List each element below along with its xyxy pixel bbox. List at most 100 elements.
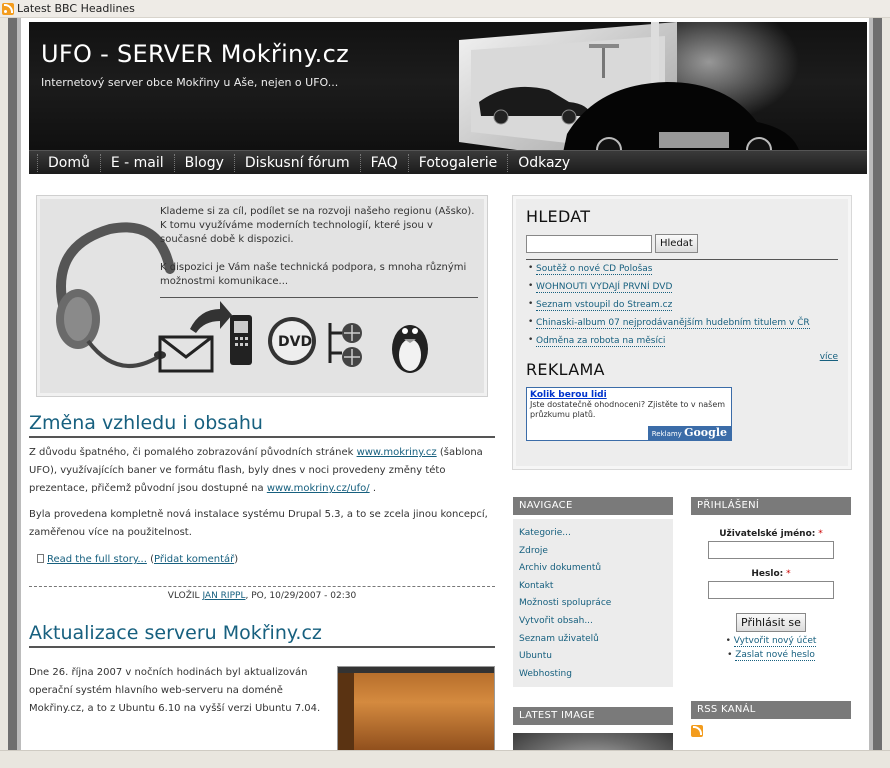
search-heading: HLEDAT	[526, 207, 591, 226]
news-link[interactable]: Seznam vstoupil do Stream.cz	[536, 300, 673, 311]
required-marker: *	[818, 529, 823, 539]
nav-item-home[interactable]: Domů	[37, 153, 100, 172]
post-links: Read the full story... (Přidat komentář)	[37, 554, 238, 565]
google-ad[interactable]: Kolik berou lidi Jste dostatečně ohodnoc…	[526, 387, 732, 441]
feed-toolbar[interactable]: Latest BBC Headlines	[0, 0, 890, 18]
page-frame: UFO - SERVER Mokřiny.cz Internetový serv…	[8, 18, 882, 750]
news-link[interactable]: Soutěž o nové CD Pološas	[536, 264, 653, 275]
read-more-link[interactable]: Read the full story...	[47, 554, 147, 565]
post-body-1b: Byla provedena kompletně nová instalace …	[29, 509, 488, 538]
search-block: HLEDAT Hledat Soutěž o nové CD Pološas W…	[512, 195, 852, 470]
news-link[interactable]: WOHNOUTI VYDAJÍ PRVNÍ DVD	[536, 282, 673, 293]
more-news-link[interactable]: více	[820, 352, 838, 362]
latest-image[interactable]	[513, 733, 673, 750]
network-globe-icon	[328, 323, 362, 367]
nav-item-email[interactable]: E - mail	[99, 153, 174, 172]
post-title-2[interactable]: Aktualizace serveru Mokřiny.cz	[29, 622, 495, 648]
linux-penguin-icon	[392, 325, 428, 373]
promo-divider	[160, 297, 478, 298]
ad-title[interactable]: Kolik berou lidi	[530, 390, 728, 400]
nav-item-faq[interactable]: FAQ	[359, 153, 408, 172]
search-form: Hledat	[526, 234, 838, 253]
post-meta: VLOŽIL JAN RIPPL, PO, 10/29/2007 - 02:30	[29, 586, 495, 601]
search-input[interactable]	[526, 234, 652, 253]
navigation-block: NAVIGACE Kategorie... Zdroje Archiv doku…	[513, 497, 673, 688]
news-list: Soutěž o nové CD Pološas WOHNOUTI VYDAJÍ…	[526, 259, 838, 350]
ubuntu-screenshot-image[interactable]	[337, 666, 495, 750]
news-link[interactable]: Odměna za robota na měsíci	[536, 336, 666, 347]
login-button[interactable]: Přihlásit se	[736, 613, 806, 632]
reset-password-link[interactable]: Zaslat nové heslo	[735, 650, 815, 661]
nav-link-webhosting[interactable]: Webhosting	[519, 666, 673, 684]
post-body-2: Dne 26. října 2007 v nočních hodinách by…	[29, 667, 321, 714]
rss-feed-icon[interactable]	[691, 725, 703, 737]
site-slogan: Internetový server obce Mokřiny u Aše, n…	[41, 76, 339, 89]
nav-link-ubuntu[interactable]: Ubuntu	[519, 648, 673, 666]
mobile-phone-icon	[230, 315, 252, 365]
promo-text: Klademe si za cíl, podílet se na rozvoji…	[160, 205, 478, 303]
login-links: Vytvořit nový účet Zaslat nové heslo	[691, 634, 851, 662]
nav-link-contact[interactable]: Kontakt	[519, 578, 673, 596]
nav-link-users[interactable]: Seznam uživatelů	[519, 631, 673, 649]
search-button[interactable]: Hledat	[655, 234, 698, 253]
login-link-item: Zaslat nové heslo	[691, 648, 851, 662]
nav-item-links[interactable]: Odkazy	[507, 153, 580, 172]
password-label: Heslo: *	[691, 569, 851, 579]
username-label-text: Uživatelské jméno:	[719, 529, 816, 539]
promo-banner: DVD Klademe si za cíl, podílet se na roz…	[36, 195, 488, 397]
link-mokriny[interactable]: www.mokriny.cz	[357, 447, 437, 458]
ads-heading: REKLAMA	[526, 360, 605, 379]
news-link[interactable]: Chinaski-album 07 nejprodávanějším hudeb…	[536, 318, 810, 329]
promo-text-2: K dispozici je Vám naše technická podpor…	[160, 262, 467, 287]
post-title-1[interactable]: Změna vzhledu i obsahu	[29, 412, 495, 438]
news-item: Odměna za robota na měsíci	[526, 332, 838, 350]
primary-nav: Domů E - mail Blogy Diskusní fórum FAQ F…	[29, 150, 867, 174]
required-marker: *	[786, 569, 791, 579]
nav-item-blogs[interactable]: Blogy	[173, 153, 234, 172]
news-item: Soutěž o nové CD Pološas	[526, 260, 838, 278]
nav-link-categories[interactable]: Kategorie...	[519, 525, 673, 543]
meta-prefix: VLOŽIL	[167, 591, 203, 601]
site-title[interactable]: UFO - SERVER Mokřiny.cz	[41, 40, 349, 68]
password-field[interactable]	[708, 581, 834, 599]
feed-label[interactable]: Latest BBC Headlines	[17, 2, 135, 15]
ad-footer-label: Reklamy	[651, 430, 685, 438]
nav-link-archive[interactable]: Archiv dokumentů	[519, 560, 673, 578]
create-account-link[interactable]: Vytvořit nový účet	[733, 636, 817, 647]
ad-footer[interactable]: Reklamy Google	[647, 426, 731, 440]
rss-heading: RSS KANÁL	[691, 701, 851, 719]
news-item: Chinaski-album 07 nejprodávanějším hudeb…	[526, 314, 838, 332]
ad-text: Jste dostatečně ohodnoceni? Zjistěte to …	[530, 400, 726, 419]
nav-item-forum[interactable]: Diskusní fórum	[233, 153, 360, 172]
news-item: WOHNOUTI VYDAJÍ PRVNÍ DVD	[526, 278, 838, 296]
login-link-item: Vytvořit nový účet	[691, 634, 851, 648]
rss-feed-icon	[2, 2, 14, 15]
nav-link-sources[interactable]: Zdroje	[519, 543, 673, 561]
document-icon	[37, 554, 44, 563]
post-body-1: Z důvodu špatného, či pomalého zobrazová…	[29, 444, 495, 498]
nav-item-gallery[interactable]: Fotogalerie	[407, 153, 507, 172]
envelope-icon	[158, 301, 232, 373]
dvd-icon: DVD	[268, 317, 316, 365]
post-text: .	[369, 483, 376, 494]
post-text: Z důvodu špatného, či pomalého zobrazová…	[29, 447, 357, 458]
login-form: Uživatelské jméno: * Heslo: * Přihlásit …	[691, 515, 851, 662]
navigation-menu: Kategorie... Zdroje Archiv dokumentů Kon…	[513, 519, 673, 688]
nav-link-cooperation[interactable]: Možnosti spolupráce	[519, 595, 673, 613]
post-date: , PO, 10/29/2007 - 02:30	[245, 591, 357, 601]
add-comment-link[interactable]: Přidat komentář	[154, 554, 234, 565]
status-bar	[0, 750, 890, 768]
latest-image-block: LATEST IMAGE	[513, 707, 673, 750]
promo-text-1: Klademe si za cíl, podílet se na rozvoji…	[160, 206, 475, 245]
rss-block: RSS KANÁL	[691, 701, 851, 740]
login-heading: PŘIHLÁŠENÍ	[691, 497, 851, 515]
author-link[interactable]: JAN RIPPL	[202, 591, 245, 601]
google-logo: Google	[684, 426, 727, 439]
nav-link-create-content[interactable]: Vytvořit obsah...	[519, 613, 673, 631]
username-field[interactable]	[708, 541, 834, 559]
navigation-heading: NAVIGACE	[513, 497, 673, 515]
login-block: PŘIHLÁŠENÍ Uživatelské jméno: * Heslo: *…	[691, 497, 851, 662]
page-content: UFO - SERVER Mokřiny.cz Internetový serv…	[29, 18, 867, 750]
link-mokriny-ufo[interactable]: www.mokriny.cz/ufo/	[267, 483, 370, 494]
news-item: Seznam vstoupil do Stream.cz	[526, 296, 838, 314]
